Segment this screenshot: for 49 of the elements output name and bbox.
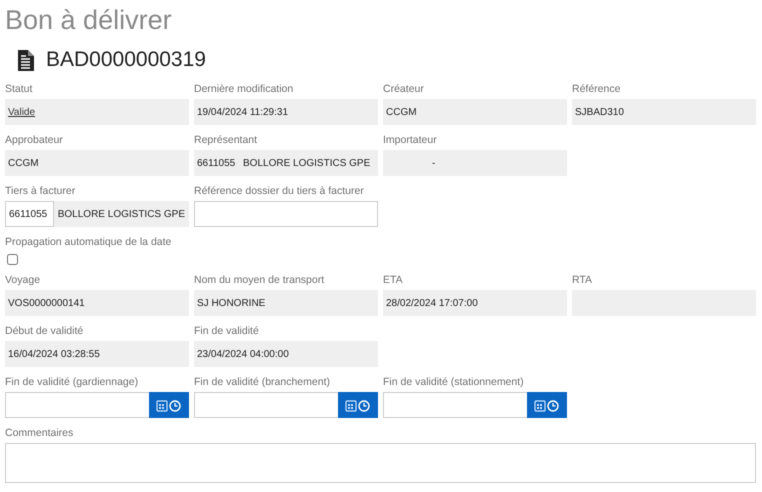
field-label: Importateur [383,133,438,148]
status-link[interactable]: Valide [8,106,36,118]
readonly-field: 16/04/2024 03:28:55 [5,341,189,367]
readonly-field: CCGM [383,99,567,125]
readonly-field: - [383,150,567,176]
field-label: Référence dossier du tiers à facturer [194,184,365,199]
date-picker-button[interactable] [338,392,378,418]
page-title: Bon à délivrer [5,4,172,36]
readonly-field: VOS0000000141 [5,290,189,316]
field-label: Approbateur [5,133,64,148]
readonly-field: SJ HONORINE [194,290,378,316]
field-label: Référence [572,82,622,97]
field-label: Nom du moyen de transport [194,273,326,288]
readonly-field: 28/02/2024 17:07:00 [383,290,567,316]
field-label: Fin de validité [194,324,260,339]
field-label: Représentant [194,133,258,148]
code-field[interactable]: 6611055 [5,201,54,227]
readonly-field: 6611055 BOLLORE LOGISTICS GPE [194,150,378,176]
document-icon [17,50,34,70]
date-field[interactable] [383,392,527,418]
field-label: ETA [383,273,404,288]
date-picker-button[interactable] [527,392,567,418]
checkbox[interactable] [7,254,18,265]
field-label: RTA [572,273,594,288]
field-label: Fin de validité (stationnement) [383,375,525,390]
field-label: Fin de validité (branchement) [194,375,331,390]
readonly-field: CCGM [5,150,189,176]
field-label: Tiers à facturer [5,184,76,199]
date-field[interactable] [194,392,338,418]
field-label: Fin de validité (gardiennage) [5,375,140,390]
calendar-clock-icon [345,398,371,412]
comments-field[interactable] [5,443,756,483]
field-label: Statut [5,82,34,97]
field-label: Commentaires [5,426,74,441]
record-number: BAD0000000319 [46,48,206,72]
name-field: BOLLORE LOGISTICS GPE [54,201,189,227]
date-field[interactable] [5,392,149,418]
field-label: Créateur [383,82,425,97]
readonly-field: 19/04/2024 11:29:31 [194,99,378,125]
input-field[interactable] [194,201,378,227]
field-label: Propagation automatique de la date [5,235,172,250]
field-label: Début de validité [5,324,84,339]
calendar-clock-icon [156,398,182,412]
readonly-field: SJBAD310 [572,99,756,125]
calendar-clock-icon [534,398,560,412]
field-label: Voyage [5,273,42,288]
date-picker-button[interactable] [149,392,189,418]
field-label: Dernière modification [194,82,294,97]
readonly-field: 23/04/2024 04:00:00 [194,341,378,367]
